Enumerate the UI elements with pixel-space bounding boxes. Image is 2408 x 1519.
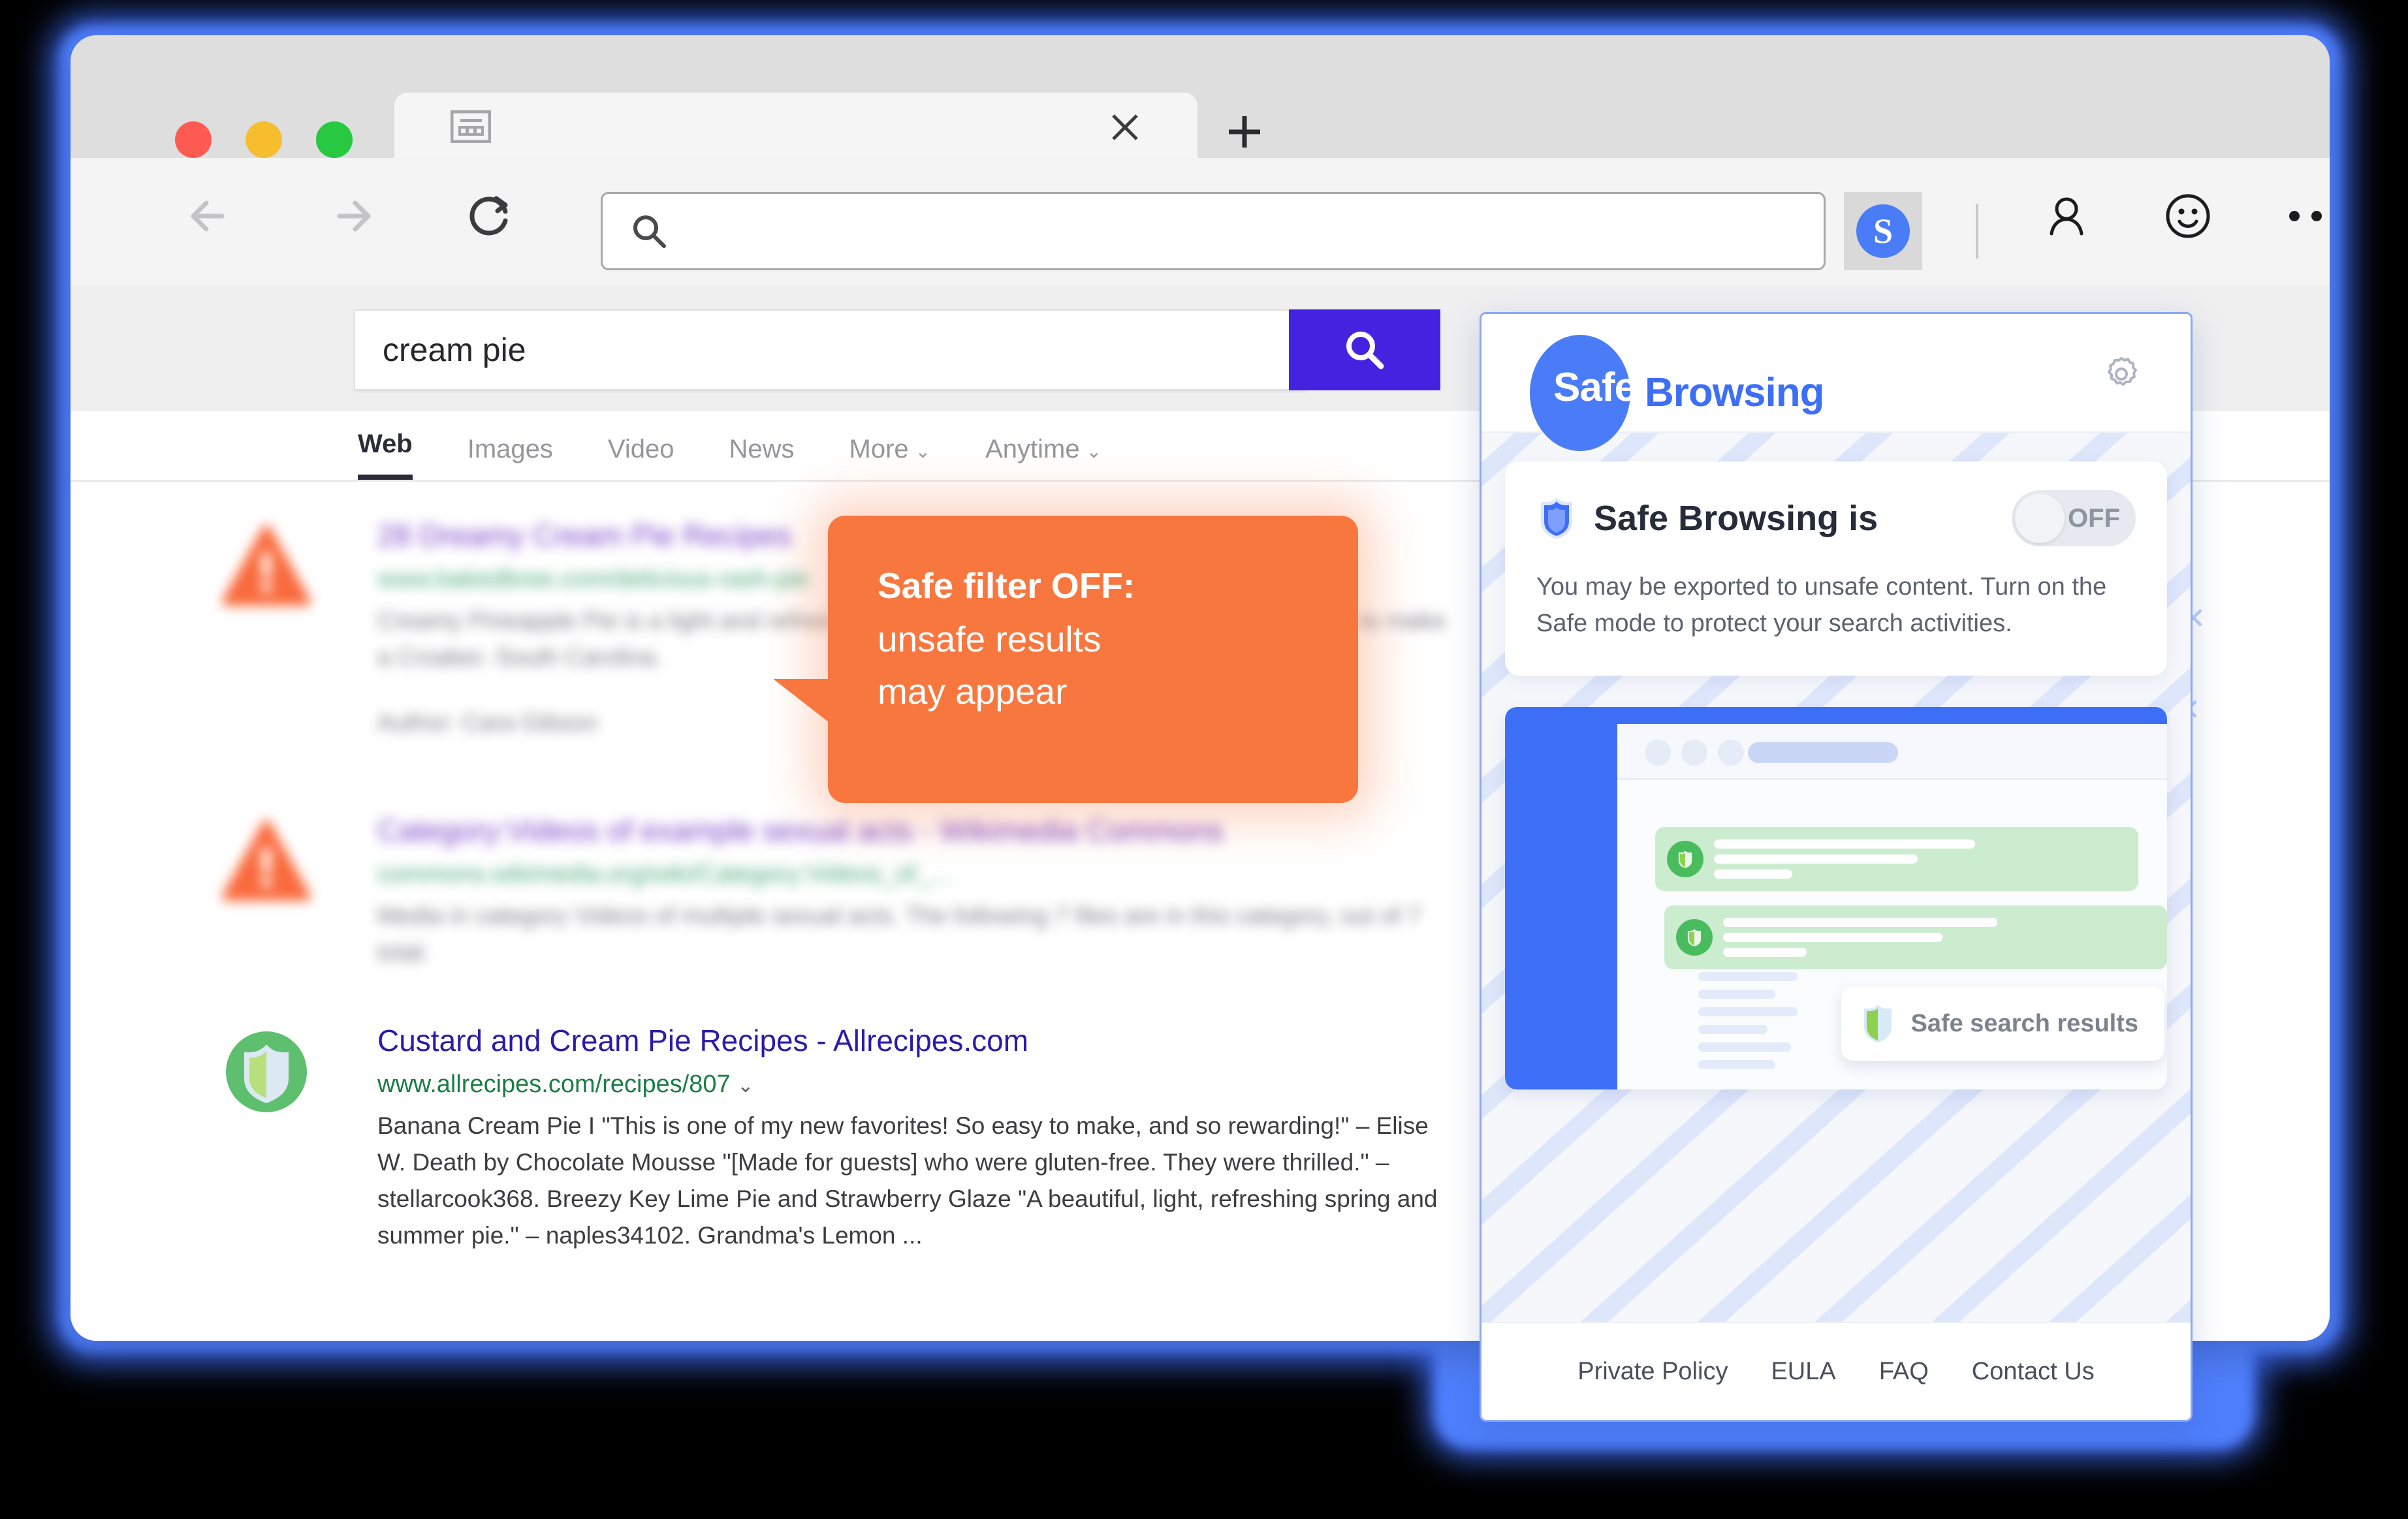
safe-filter-callout: Safe filter OFF: unsafe results may appe… (773, 516, 1358, 803)
more-menu-icon[interactable] (2285, 192, 2330, 240)
panel-body: Safe Browsing is OFF You may be exported… (1481, 433, 2191, 1324)
illustration-dot (1718, 740, 1744, 766)
result-snippet: Banana Cream Pie I "This is one of my ne… (377, 1112, 1438, 1249)
footer-link-contact-us[interactable]: Contact Us (1972, 1359, 2095, 1384)
warning-triangle-icon (222, 522, 311, 611)
chip-label: Safe search results (1910, 1010, 2138, 1038)
card-title: Safe Browsing is (1594, 499, 1878, 538)
illustration-dot (1645, 740, 1671, 766)
gear-icon[interactable] (2102, 354, 2141, 394)
result-url-text: www.allrecipes.com/recipes/807 (377, 1070, 731, 1098)
toggle-state-label: OFF (2068, 504, 2120, 533)
tab-video[interactable]: Video (608, 435, 674, 480)
illustration-safe-result (1664, 905, 2167, 970)
toggle-knob (2015, 493, 2065, 543)
callout-headline: Safe filter OFF: (878, 565, 1135, 606)
browser-toolbar: S (71, 158, 2330, 286)
tab-news[interactable]: News (729, 435, 794, 480)
tab-images[interactable]: Images (467, 435, 553, 480)
extension-badge-label: S (1856, 204, 1910, 258)
search-query-box[interactable]: cream pie (354, 309, 1307, 390)
result-title[interactable]: Category:Videos of example sexual acts -… (377, 812, 1487, 850)
shield-blue-icon (1536, 495, 1577, 541)
panel-footer: Private Policy EULA FAQ Contact Us (1481, 1322, 2191, 1420)
shield-green-circle-icon (1667, 841, 1703, 878)
new-tab-button[interactable] (1226, 114, 1263, 150)
shield-green-circle-icon (1676, 919, 1713, 956)
shield-green-icon (1861, 1003, 1895, 1044)
illustration-safe-result (1655, 827, 2138, 892)
callout-body: unsafe results may appear (878, 619, 1101, 712)
window-controls (175, 121, 353, 158)
illustration-lines (1714, 839, 1975, 879)
chevron-down-icon[interactable]: ⌄ (737, 1075, 753, 1097)
back-arrow-icon[interactable] (185, 191, 236, 242)
callout-tail (773, 679, 832, 725)
illustration-address-pill (1748, 742, 1898, 764)
newtab-page-icon (450, 110, 492, 144)
close-icon[interactable] (1110, 112, 1140, 142)
panel-header: Safe Browsing (1481, 314, 2191, 451)
forward-arrow-icon[interactable] (325, 191, 376, 242)
person-icon[interactable] (2042, 192, 2091, 240)
address-input[interactable] (684, 215, 1804, 247)
tab-web[interactable]: Web (358, 430, 413, 480)
address-bar[interactable] (601, 192, 1826, 270)
warning-triangle-icon (222, 817, 311, 906)
chevron-down-icon: ⌄ (915, 441, 931, 462)
search-icon (1346, 332, 1384, 369)
chevron-down-icon: ⌄ (1086, 441, 1102, 462)
maximize-window-button[interactable] (316, 121, 353, 158)
footer-link-faq[interactable]: FAQ (1879, 1359, 1929, 1384)
safe-browsing-panel: Safe Browsing Safe Browsing is OFF You m… (1480, 312, 2193, 1422)
safe-search-illustration: Safe search results (1505, 707, 2167, 1090)
illustration-grey-lines (1698, 972, 1798, 1078)
tab-strip (71, 35, 2330, 161)
logo-badge-text: Safe (1553, 365, 1637, 410)
tab-more[interactable]: More ⌄ (849, 435, 931, 480)
safe-browsing-status-card: Safe Browsing is OFF You may be exported… (1505, 462, 2167, 676)
shield-safe-icon (222, 1027, 311, 1116)
footer-link-private-policy[interactable]: Private Policy (1577, 1359, 1728, 1384)
search-submit-button[interactable] (1289, 309, 1440, 390)
safe-search-results-chip: Safe search results (1841, 986, 2164, 1061)
search-input-value: cream pie (383, 332, 526, 368)
browser-tab[interactable] (394, 93, 1197, 161)
safe-browsing-extension-button[interactable]: S (1844, 192, 1922, 270)
minimize-window-button[interactable] (246, 121, 282, 158)
card-description: You may be exported to unsafe content. T… (1536, 573, 2107, 638)
result-snippet: Media in category Videos of multiple sex… (377, 901, 1421, 965)
tab-anytime[interactable]: Anytime ⌄ (985, 435, 1101, 480)
illustration-lines (1723, 918, 1997, 958)
illustration-browser-mock: Safe search results (1617, 724, 2167, 1090)
safe-browsing-toggle[interactable]: OFF (2012, 490, 2136, 546)
search-icon (630, 212, 668, 250)
toolbar-divider (1976, 204, 1978, 258)
screenshot-stage: S cream pie Web Images Video News More ⌄… (0, 0, 2408, 1519)
footer-link-eula[interactable]: EULA (1771, 1359, 1835, 1384)
logo-word-text: Browsing (1645, 370, 1824, 415)
illustration-browser-bar (1617, 724, 2167, 781)
smiley-icon[interactable] (2164, 192, 2212, 240)
reload-icon[interactable] (465, 191, 516, 242)
illustration-dot (1681, 740, 1707, 766)
close-window-button[interactable] (175, 121, 212, 158)
